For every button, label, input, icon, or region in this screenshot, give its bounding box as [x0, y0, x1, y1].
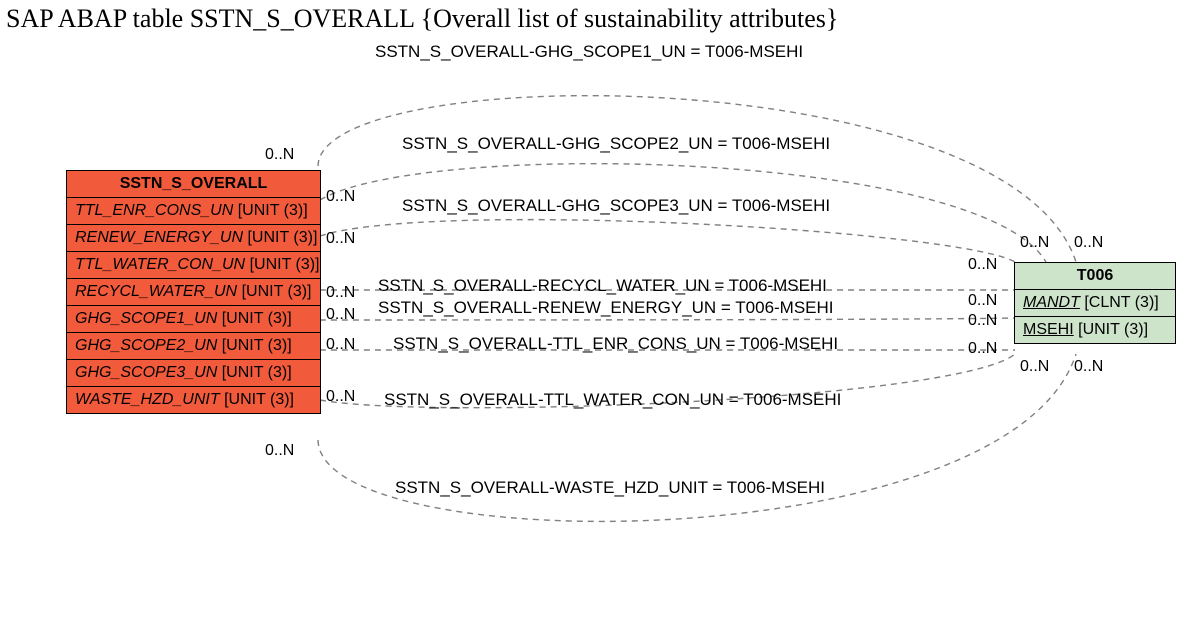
relation-label-1: SSTN_S_OVERALL-GHG_SCOPE2_UN = T006-MSEH… [402, 134, 830, 154]
card-t006-top1: 0..N [1020, 234, 1049, 252]
entity-t006-header: T006 [1015, 263, 1175, 290]
card-sstn-1: 0..N [326, 188, 355, 206]
diagram-canvas: SAP ABAP table SSTN_S_OVERALL {Overall l… [0, 0, 1199, 622]
card-sstn-2: 0..N [326, 230, 355, 248]
relation-label-2: SSTN_S_OVERALL-GHG_SCOPE3_UN = T006-MSEH… [402, 196, 830, 216]
card-t006-bot1: 0..N [1020, 358, 1049, 376]
relation-label-4: SSTN_S_OVERALL-RENEW_ENERGY_UN = T006-MS… [378, 298, 834, 318]
card-sstn-6: 0..N [326, 388, 355, 406]
card-sstn-3: 0..N [326, 284, 355, 302]
card-sstn-top: 0..N [265, 146, 294, 164]
entity-t006-row-0: MANDT [CLNT (3)] [1015, 290, 1175, 317]
card-t006-b: 0..N [968, 292, 997, 310]
card-t006-d: 0..N [968, 340, 997, 358]
entity-sstn-row-0: TTL_ENR_CONS_UN [UNIT (3)] [67, 198, 320, 225]
card-t006-c: 0..N [968, 312, 997, 330]
entity-t006: T006 MANDT [CLNT (3)] MSEHI [UNIT (3)] [1014, 262, 1176, 344]
entity-sstn-s-overall: SSTN_S_OVERALL TTL_ENR_CONS_UN [UNIT (3)… [66, 170, 321, 414]
entity-sstn-row-6: GHG_SCOPE3_UN [UNIT (3)] [67, 360, 320, 387]
entity-sstn-header: SSTN_S_OVERALL [67, 171, 320, 198]
relation-label-7: SSTN_S_OVERALL-WASTE_HZD_UNIT = T006-MSE… [395, 478, 825, 498]
entity-sstn-row-3: RECYCL_WATER_UN [UNIT (3)] [67, 279, 320, 306]
card-sstn-5: 0..N [326, 336, 355, 354]
entity-sstn-row-1: RENEW_ENERGY_UN [UNIT (3)] [67, 225, 320, 252]
relation-label-6: SSTN_S_OVERALL-TTL_WATER_CON_UN = T006-M… [384, 390, 841, 410]
card-t006-top2: 0..N [1074, 234, 1103, 252]
entity-sstn-row-2: TTL_WATER_CON_UN [UNIT (3)] [67, 252, 320, 279]
entity-sstn-row-5: GHG_SCOPE2_UN [UNIT (3)] [67, 333, 320, 360]
relation-label-0: SSTN_S_OVERALL-GHG_SCOPE1_UN = T006-MSEH… [375, 42, 803, 62]
card-sstn-bot: 0..N [265, 442, 294, 460]
entity-sstn-row-7: WASTE_HZD_UNIT [UNIT (3)] [67, 387, 320, 413]
entity-t006-row-1: MSEHI [UNIT (3)] [1015, 317, 1175, 343]
relation-label-3: SSTN_S_OVERALL-RECYCL_WATER_UN = T006-MS… [378, 276, 827, 296]
entity-sstn-row-4: GHG_SCOPE1_UN [UNIT (3)] [67, 306, 320, 333]
card-sstn-4: 0..N [326, 306, 355, 324]
page-title: SAP ABAP table SSTN_S_OVERALL {Overall l… [6, 4, 838, 34]
card-t006-bot2: 0..N [1074, 358, 1103, 376]
card-t006-a: 0..N [968, 256, 997, 274]
relation-label-5: SSTN_S_OVERALL-TTL_ENR_CONS_UN = T006-MS… [393, 334, 838, 354]
